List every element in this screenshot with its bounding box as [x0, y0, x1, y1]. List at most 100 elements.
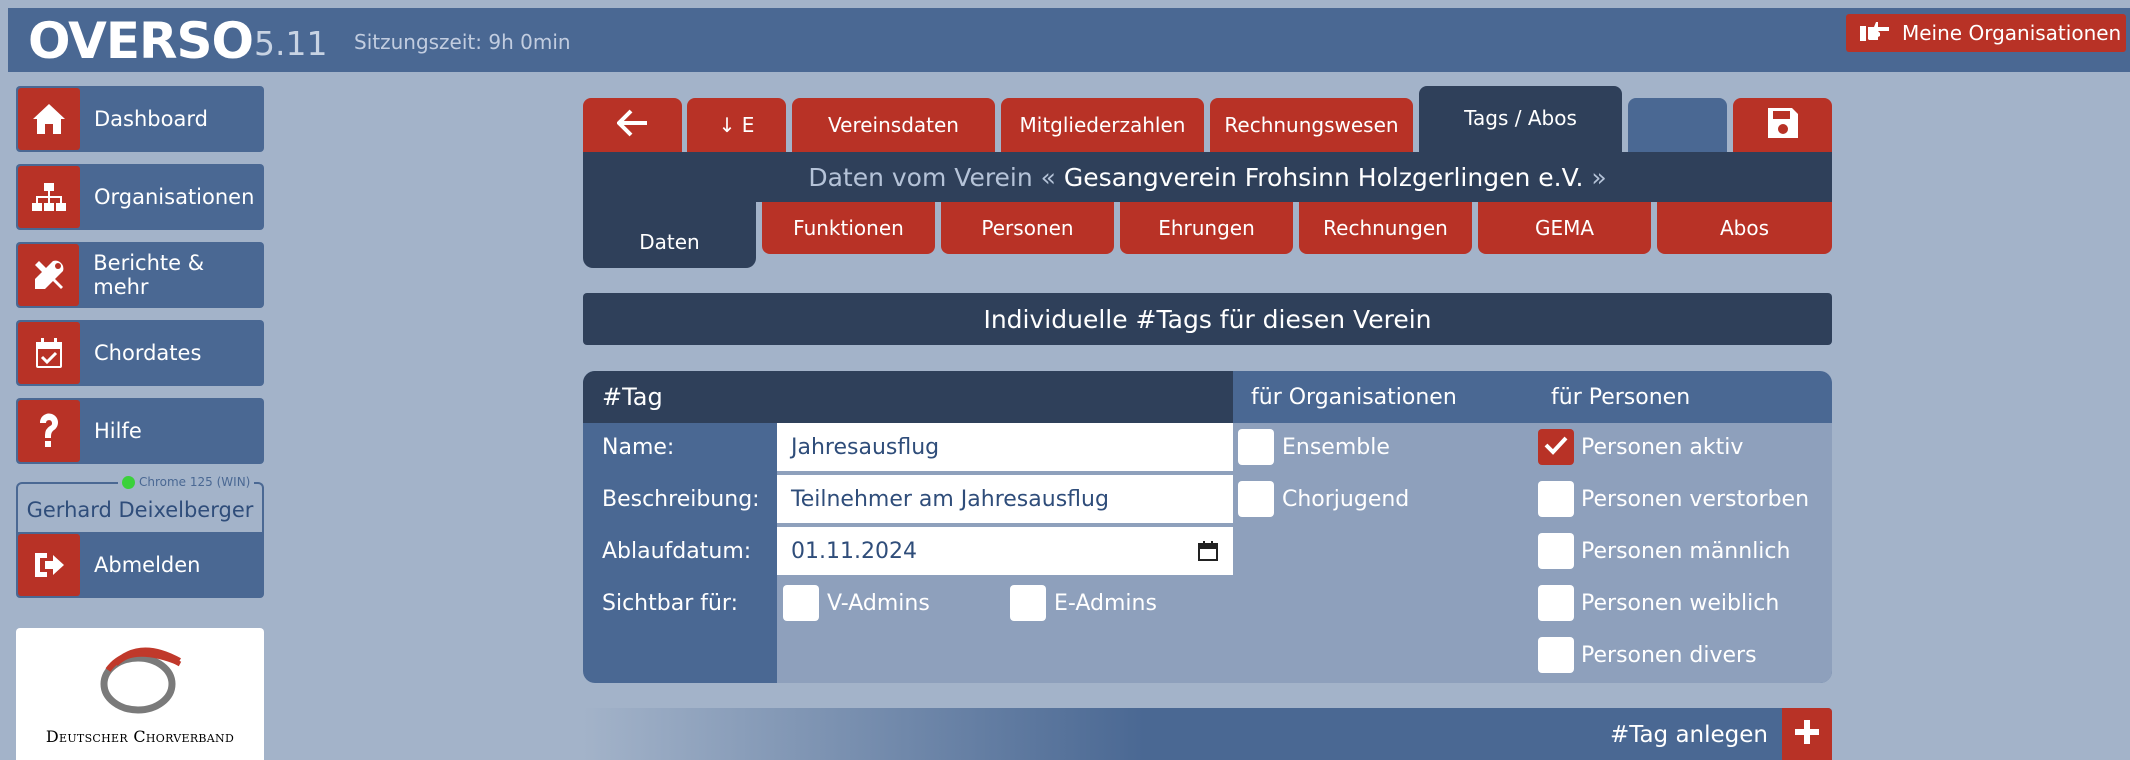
sidebar-item-label: Berichte & mehr: [93, 251, 205, 299]
expiry-date-value: 01.11.2024: [791, 538, 917, 564]
checkmark-icon: [1543, 434, 1569, 460]
subtab-rechnungen-label: Rechnungen: [1323, 216, 1448, 240]
dcv-emblem-icon: [100, 647, 182, 714]
persons-column-header: für Personen: [1551, 385, 1691, 410]
subtab-ehrungen-label: Ehrungen: [1158, 216, 1255, 240]
sidebar-item-label: Dashboard: [94, 107, 208, 131]
personen-weiblich-checkbox[interactable]: [1538, 585, 1574, 621]
app-version: 5.11: [254, 24, 328, 63]
session-time: Sitzungszeit: 9h 0min: [354, 30, 571, 54]
add-tag-button[interactable]: [1782, 708, 1832, 760]
personen-verstorben-checkbox[interactable]: [1538, 481, 1574, 517]
personen-aktiv-label: Personen aktiv: [1581, 435, 1744, 460]
pointing-hand-icon: [1860, 19, 1890, 48]
back-button[interactable]: [583, 98, 682, 152]
tag-header: #Tag: [583, 371, 1233, 423]
org-chart-icon: [18, 166, 80, 228]
home-icon: [18, 88, 80, 150]
sidebar-item-label: Hilfe: [94, 419, 142, 443]
my-organisations-button[interactable]: Meine Organisationen: [1846, 14, 2126, 52]
user-name: Gerhard Deixelberger: [26, 498, 254, 522]
save-icon: [1766, 106, 1800, 145]
my-organisations-label: Meine Organisationen: [1902, 21, 2122, 45]
e-admins-label: E-Admins: [1054, 591, 1157, 616]
chorjugend-label: Chorjugend: [1282, 487, 1410, 512]
tab-rechnungswesen[interactable]: Rechnungswesen: [1210, 98, 1413, 152]
subtab-personen-label: Personen: [981, 216, 1074, 240]
subtab-gema[interactable]: GEMA: [1478, 202, 1651, 254]
tab-mitgliederzahlen[interactable]: Mitgliederzahlen: [1001, 98, 1204, 152]
title-suffix: »: [1591, 162, 1607, 192]
user-box: Chrome 125 (WIN) Gerhard Deixelberger: [16, 475, 264, 538]
subtab-daten[interactable]: Daten: [583, 202, 756, 268]
tab-vereinsdaten-label: Vereinsdaten: [828, 113, 959, 137]
v-admins-label: V-Admins: [827, 591, 930, 616]
subtab-abos[interactable]: Abos: [1657, 202, 1832, 254]
subtab-abos-label: Abos: [1719, 216, 1770, 240]
description-label: Beschreibung:: [602, 487, 760, 512]
sidebar-item-dashboard[interactable]: Dashboard: [16, 86, 264, 152]
subtab-ehrungen[interactable]: Ehrungen: [1120, 202, 1293, 254]
subtab-rechnungen[interactable]: Rechnungen: [1299, 202, 1472, 254]
top-bar: OVERSO 5.11 Sitzungszeit: 9h 0min: [8, 8, 2130, 72]
app-logo: OVERSO: [28, 12, 254, 70]
sidebar-item-berichte[interactable]: Berichte & mehr: [16, 242, 264, 308]
sidebar-item-organisationen[interactable]: Organisationen: [16, 164, 264, 230]
e-admins-checkbox[interactable]: [1010, 585, 1046, 621]
expiry-date-label: Ablaufdatum:: [602, 539, 752, 564]
subtab-gema-label: GEMA: [1534, 216, 1595, 240]
ensemble-checkbox[interactable]: [1238, 429, 1274, 465]
dcv-logo-text: Deutscher Chorverband: [45, 727, 235, 746]
browser-label: Chrome 125 (WIN): [139, 475, 251, 489]
subtab-funktionen-label: Funktionen: [793, 216, 904, 240]
description-input[interactable]: Teilnehmer am Jahresausflug: [777, 475, 1233, 525]
sidebar-item-label: Chordates: [94, 341, 202, 365]
expiry-date-input[interactable]: 01.11.2024: [777, 527, 1233, 577]
sidebar-item-chordates[interactable]: Chordates: [16, 320, 264, 386]
subtab-daten-label: Daten: [639, 230, 700, 254]
club-name: Gesangverein Frohsinn Holzgerlingen e.V.: [1055, 162, 1592, 192]
v-admins-checkbox[interactable]: [783, 585, 819, 621]
personen-verstorben-label: Personen verstorben: [1581, 487, 1810, 512]
tools-icon: [18, 244, 80, 306]
chorjugend-checkbox[interactable]: [1238, 481, 1274, 517]
logout-button[interactable]: Abmelden: [16, 532, 264, 598]
arrow-left-icon: [615, 109, 649, 142]
tab-tags-abos[interactable]: Tags / Abos: [1419, 86, 1622, 152]
subtab-personen[interactable]: Personen: [941, 202, 1114, 254]
tab-tags-abos-label: Tags / Abos: [1464, 106, 1577, 130]
online-status-icon: [122, 475, 135, 489]
add-tag-bar: #Tag anlegen: [583, 708, 1832, 760]
plus-icon: [1793, 718, 1821, 750]
name-label: Name:: [602, 435, 675, 460]
title-prefix: Daten vom Verein «: [808, 162, 1056, 192]
tab-mitgliederzahlen-label: Mitgliederzahlen: [1019, 113, 1186, 137]
calendar-icon[interactable]: [1197, 540, 1219, 568]
tab-blank[interactable]: [1628, 98, 1727, 152]
subtab-funktionen[interactable]: Funktionen: [762, 202, 935, 254]
page-title: Daten vom Verein « Gesangverein Frohsinn…: [583, 152, 1832, 202]
sidebar-item-label: Organisationen: [94, 185, 255, 209]
personen-divers-label: Personen divers: [1581, 643, 1757, 668]
tab-rechnungswesen-label: Rechnungswesen: [1224, 113, 1399, 137]
browser-info: Chrome 125 (WIN): [118, 475, 255, 489]
tab-down-e[interactable]: ↓ E: [687, 98, 786, 152]
save-button[interactable]: [1733, 98, 1832, 152]
tab-vereinsdaten[interactable]: Vereinsdaten: [792, 98, 995, 152]
logout-label: Abmelden: [94, 553, 201, 577]
calendar-check-icon: [18, 322, 80, 384]
personen-aktiv-checkbox[interactable]: [1538, 429, 1574, 465]
dcv-logo: Deutscher Chorverband: [16, 628, 264, 760]
visible-for-label: Sichtbar für:: [602, 591, 738, 616]
name-input[interactable]: Jahresausflug: [777, 423, 1233, 473]
org-column-header: für Organisationen: [1251, 385, 1457, 410]
personen-maennlich-label: Personen männlich: [1581, 539, 1791, 564]
tag-form-panel: #Tag für Organisationen für Personen Nam…: [583, 371, 1832, 683]
personen-maennlich-checkbox[interactable]: [1538, 533, 1574, 569]
section-header: Individuelle #Tags für diesen Verein: [583, 293, 1832, 345]
personen-divers-checkbox[interactable]: [1538, 637, 1574, 673]
question-icon: [18, 400, 80, 462]
sidebar-item-hilfe[interactable]: Hilfe: [16, 398, 264, 464]
ensemble-label: Ensemble: [1282, 435, 1390, 460]
logout-icon: [18, 534, 80, 596]
